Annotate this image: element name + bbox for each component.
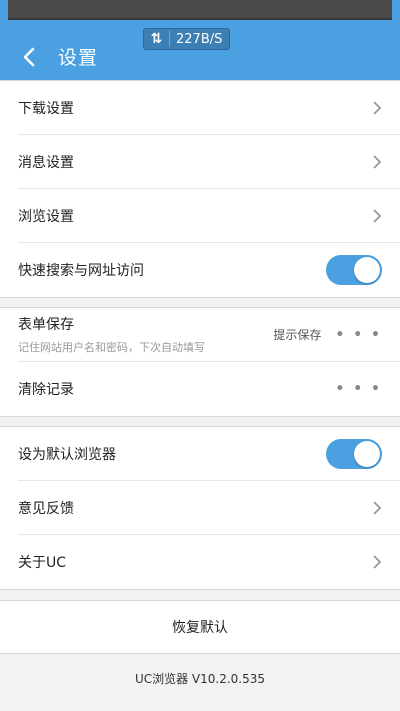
setting-label: 意见反馈 bbox=[18, 500, 74, 517]
more-icon[interactable]: • • • bbox=[335, 381, 382, 397]
setting-label: 下载设置 bbox=[18, 100, 74, 117]
chevron-right-icon bbox=[373, 154, 382, 169]
setting-row-feedback[interactable]: 意见反馈 bbox=[18, 481, 400, 535]
app-version: UC浏览器 V10.2.0.535 bbox=[134, 672, 266, 686]
toggle-knob bbox=[354, 257, 380, 283]
more-icon[interactable]: • • • bbox=[335, 327, 382, 343]
status-bar bbox=[0, 0, 400, 30]
restore-defaults-button[interactable]: 恢复默认 bbox=[0, 600, 400, 654]
quick-search-toggle[interactable] bbox=[326, 255, 382, 285]
page-title: 设置 bbox=[58, 47, 99, 69]
form-save-value: 提示保存 bbox=[273, 328, 322, 342]
setting-label: 浏览设置 bbox=[18, 208, 74, 225]
setting-row-browse[interactable]: 浏览设置 bbox=[18, 189, 400, 243]
settings-group-about: 设为默认浏览器 意见反馈 关于UC bbox=[0, 426, 400, 590]
toggle-knob bbox=[354, 440, 380, 467]
setting-label: 设为默认浏览器 bbox=[18, 446, 116, 463]
setting-label: 清除记录 bbox=[18, 382, 74, 398]
setting-row-message[interactable]: 消息设置 bbox=[18, 135, 400, 189]
setting-label: 关于UC bbox=[18, 555, 67, 571]
settings-group-general: 下载设置 消息设置 浏览设置 快速搜索与网址访问 bbox=[0, 80, 400, 298]
setting-label: 表单保存 bbox=[18, 317, 74, 333]
network-speed-value: 227B/S bbox=[176, 31, 223, 47]
setting-row-clear-history[interactable]: 清除记录 • • • bbox=[18, 362, 400, 416]
back-button[interactable] bbox=[0, 30, 58, 83]
chevron-left-icon bbox=[23, 47, 35, 66]
network-speed-badge: ⇅ 227B/S bbox=[143, 28, 230, 50]
transfer-arrows-icon: ⇅ bbox=[144, 31, 170, 47]
notification-shade bbox=[8, 0, 392, 20]
setting-row-about-uc[interactable]: 关于UC bbox=[18, 535, 400, 589]
setting-row-download[interactable]: 下载设置 bbox=[18, 81, 400, 135]
setting-row-quick-search: 快速搜索与网址访问 bbox=[18, 243, 400, 297]
chevron-right-icon bbox=[373, 555, 382, 569]
chevron-right-icon bbox=[373, 100, 382, 115]
settings-group-privacy: 表单保存 记住网站用户名和密码，下次自动填写 提示保存 • • • 清除记录 •… bbox=[0, 307, 400, 417]
chevron-right-icon bbox=[373, 208, 382, 223]
setting-description: 记住网站用户名和密码，下次自动填写 bbox=[18, 341, 205, 354]
chevron-right-icon bbox=[373, 500, 382, 515]
setting-label: 快速搜索与网址访问 bbox=[18, 263, 144, 279]
setting-row-form-save[interactable]: 表单保存 记住网站用户名和密码，下次自动填写 提示保存 • • • bbox=[18, 308, 400, 362]
setting-row-default-browser: 设为默认浏览器 bbox=[18, 427, 400, 481]
default-browser-toggle[interactable] bbox=[326, 438, 382, 469]
setting-label: 消息设置 bbox=[18, 154, 74, 171]
